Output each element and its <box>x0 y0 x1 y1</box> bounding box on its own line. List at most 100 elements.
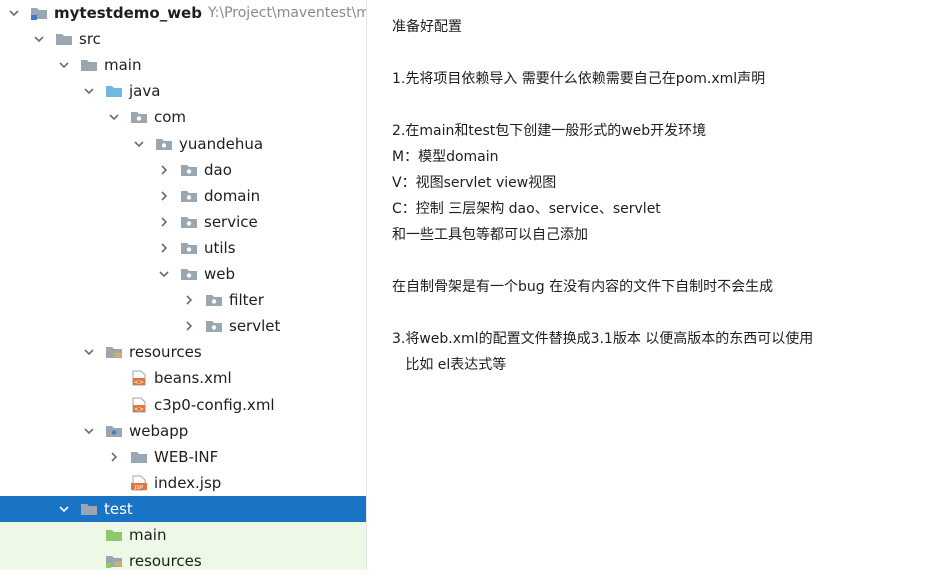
tree-item-label: test <box>104 499 133 518</box>
tree-item-label: yuandehua <box>179 134 264 153</box>
package-icon <box>205 292 223 308</box>
test-folder-icon <box>105 527 123 543</box>
package-icon <box>205 318 223 334</box>
note-line: 1.先将项目依赖导入 需要什么依赖需要自己在pom.xml声明 <box>392 71 766 87</box>
chevron-right-icon[interactable] <box>156 188 172 204</box>
test-resources-folder-icon <box>105 553 123 569</box>
tree-item-label: mytestdemo_web <box>54 4 202 22</box>
note-line: V：视图servlet view视图 <box>392 175 557 191</box>
tree-row-servlet[interactable]: servlet <box>0 313 366 339</box>
package-icon <box>155 136 173 152</box>
tree-item-label: src <box>79 30 101 49</box>
tree-row-mytestdemo-web[interactable]: mytestdemo_web Y:\Project\maventest\m <box>0 0 366 26</box>
tree-item-label: WEB-INF <box>154 447 219 466</box>
note-line: 准备好配置 <box>392 19 462 35</box>
tree-row-index-jsp[interactable]: JSP index.jsp <box>0 470 366 496</box>
tree-row-web-inf[interactable]: WEB-INF <box>0 444 366 470</box>
folder-icon <box>130 449 148 465</box>
chevron-down-icon[interactable] <box>6 5 22 21</box>
chevron-right-icon[interactable] <box>156 162 172 178</box>
chevron-down-icon[interactable] <box>31 31 47 47</box>
chevron-down-icon[interactable] <box>81 83 97 99</box>
chevron-down-icon[interactable] <box>81 423 97 439</box>
package-icon <box>130 109 148 125</box>
project-path: Y:\Project\maventest\m <box>207 5 367 21</box>
tree-item-label: main <box>104 56 142 75</box>
source-folder-icon <box>105 83 123 99</box>
module-folder-icon <box>30 5 48 21</box>
chevron-down-icon[interactable] <box>56 57 72 73</box>
tree-row-resources[interactable]: resources <box>0 339 366 365</box>
package-icon <box>180 214 198 230</box>
tree-item-label: java <box>129 82 161 101</box>
svg-text:<>: <> <box>134 406 144 413</box>
tree-row-main[interactable]: main <box>0 522 366 548</box>
tree-row-domain[interactable]: domain <box>0 183 366 209</box>
tree-item-label: servlet <box>229 317 281 336</box>
tree-row-utils[interactable]: utils <box>0 235 366 261</box>
bottom-strip <box>0 570 930 587</box>
tree-row-resources[interactable]: resources <box>0 548 366 570</box>
chevron-down-icon[interactable] <box>106 109 122 125</box>
package-icon <box>180 266 198 282</box>
tree-item-label: resources <box>129 343 202 362</box>
chevron-right-icon[interactable] <box>106 449 122 465</box>
project-tree[interactable]: mytestdemo_web Y:\Project\maventest\m src m… <box>0 0 367 570</box>
chevron-down-icon[interactable] <box>156 266 172 282</box>
tree-row-yuandehua[interactable]: yuandehua <box>0 131 366 157</box>
tree-item-label: beans.xml <box>154 369 232 388</box>
tree-row-dao[interactable]: dao <box>0 157 366 183</box>
folder-icon <box>55 31 73 47</box>
chevron-right-icon[interactable] <box>156 214 172 230</box>
package-icon <box>180 188 198 204</box>
tree-item-label: utils <box>204 238 236 257</box>
folder-icon <box>80 57 98 73</box>
chevron-down-icon[interactable] <box>131 136 147 152</box>
tree-item-label: domain <box>204 186 261 205</box>
chevron-down-icon[interactable] <box>81 344 97 360</box>
xml-file-icon: <> <box>130 397 148 413</box>
tree-row-web[interactable]: web <box>0 261 366 287</box>
tree-item-label: index.jsp <box>154 473 222 492</box>
chevron-right-icon[interactable] <box>156 240 172 256</box>
tree-row-filter[interactable]: filter <box>0 287 366 313</box>
tree-row-java[interactable]: java <box>0 78 366 104</box>
note-line: 2.在main和test包下创建一般形式的web开发环境 <box>392 123 707 139</box>
note-line: 在自制骨架是有一个bug 在没有内容的文件下自制时不会生成 <box>392 279 774 295</box>
tree-item-label: main <box>129 526 167 544</box>
note-line: M：模型domain <box>392 149 499 165</box>
tree-item-label: resources <box>129 552 202 570</box>
tree-item-label: c3p0-config.xml <box>154 395 275 414</box>
tree-item-label: dao <box>204 160 232 179</box>
svg-text:JSP: JSP <box>134 485 144 491</box>
tree-row-c3p0-config-xml[interactable]: <> c3p0-config.xml <box>0 392 366 418</box>
jsp-file-icon: JSP <box>130 475 148 491</box>
tree-row-main[interactable]: main <box>0 52 366 78</box>
note-line: 和一些工具包等都可以自己添加 <box>392 227 588 243</box>
chevron-right-icon[interactable] <box>181 292 197 308</box>
tree-item-label: service <box>204 212 258 231</box>
tree-row-src[interactable]: src <box>0 26 366 52</box>
web-folder-icon <box>105 423 123 439</box>
tree-item-label: filter <box>229 291 264 310</box>
svg-text:<>: <> <box>134 379 144 386</box>
chevron-down-icon[interactable] <box>56 501 72 517</box>
tree-row-com[interactable]: com <box>0 104 366 130</box>
chevron-right-icon[interactable] <box>181 318 197 334</box>
note-line: 3.将web.xml的配置文件替换成3.1版本 以便高版本的东西可以使用 <box>392 331 814 347</box>
note-line: 比如 el表达式等 <box>392 357 507 373</box>
tree-row-test[interactable]: test <box>0 495 366 522</box>
note-line: C：控制 三层架构 dao、service、servlet <box>392 201 661 217</box>
tree-item-label: com <box>154 108 187 127</box>
package-icon <box>180 240 198 256</box>
tree-item-label: web <box>204 265 236 283</box>
tree-row-beans-xml[interactable]: <> beans.xml <box>0 365 366 391</box>
resources-folder-icon <box>105 344 123 360</box>
tree-item-label: webapp <box>129 421 189 440</box>
tree-row-webapp[interactable]: webapp <box>0 418 366 444</box>
xml-file-icon: <> <box>130 370 148 386</box>
tree-row-service[interactable]: service <box>0 209 366 235</box>
